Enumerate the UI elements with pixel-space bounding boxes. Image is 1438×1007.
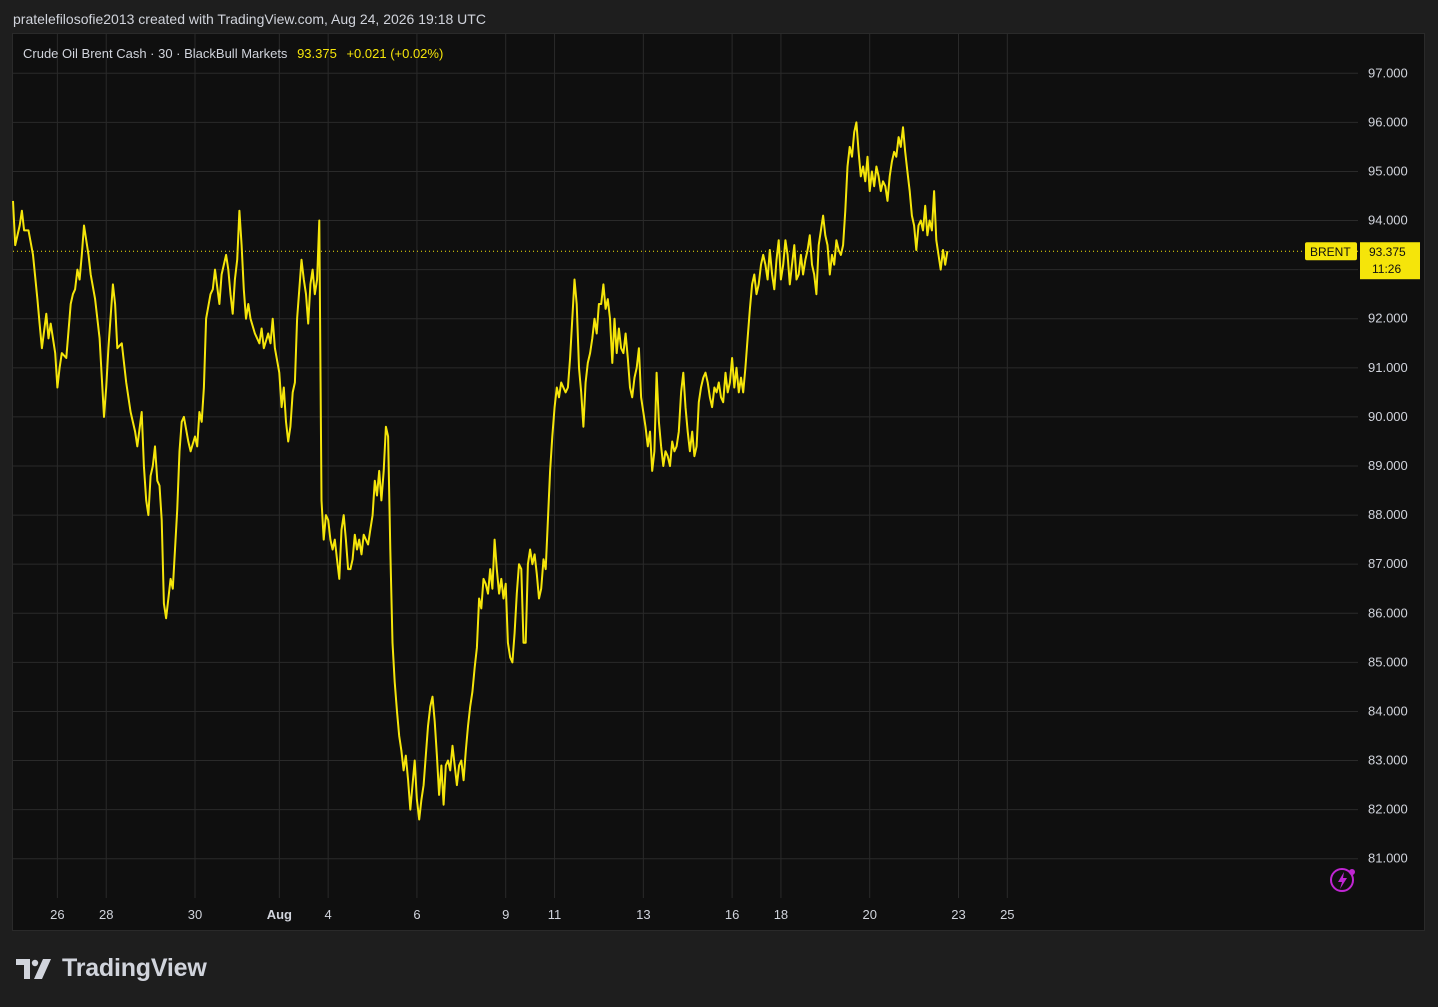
y-tick-label: 87.000 — [1368, 556, 1408, 571]
brand-name: TradingView — [62, 954, 207, 982]
bar-countdown: 11:26 — [1372, 262, 1401, 276]
y-tick-label: 88.000 — [1368, 507, 1408, 522]
x-tick-label: 25 — [1000, 907, 1014, 922]
x-tick-label: 6 — [413, 907, 420, 922]
last-price-value: 93.375 — [1369, 245, 1406, 259]
x-tick-label: 30 — [188, 907, 202, 922]
x-tick-label: 13 — [636, 907, 650, 922]
y-tick-label: 95.000 — [1368, 163, 1408, 178]
x-tick-label: 23 — [951, 907, 965, 922]
x-tick-label: 18 — [774, 907, 788, 922]
y-tick-label: 81.000 — [1368, 851, 1408, 866]
x-tick-label: 9 — [502, 907, 509, 922]
y-tick-label: 92.000 — [1368, 311, 1408, 326]
symbol-label-text: BRENT — [1310, 245, 1351, 259]
x-tick-label: 4 — [325, 907, 332, 922]
y-axis-labels: 97.00096.00095.00094.00093.00092.00091.0… — [1368, 65, 1408, 865]
y-tick-label: 89.000 — [1368, 458, 1408, 473]
lightning-bolt-icon[interactable] — [1330, 868, 1355, 892]
tradingview-brand[interactable]: TradingView — [16, 954, 207, 983]
legend-price: 93.375 — [297, 46, 337, 61]
y-tick-label: 96.000 — [1368, 114, 1408, 129]
chart-legend: Crude Oil Brent Cash · 30 · BlackBull Ma… — [23, 46, 443, 61]
chart-grid — [13, 34, 1358, 898]
last-price-tag: BRENT 93.375 11:26 — [1305, 242, 1420, 280]
x-tick-label: Aug — [267, 907, 292, 922]
y-tick-label: 85.000 — [1368, 654, 1408, 669]
price-chart[interactable]: 97.00096.00095.00094.00093.00092.00091.0… — [0, 0, 1438, 1007]
x-tick-label: 28 — [99, 907, 113, 922]
legend-symbol: Crude Oil Brent Cash · 30 · BlackBull Ma… — [23, 46, 288, 61]
price-series-line — [12, 121, 949, 821]
y-tick-label: 82.000 — [1368, 802, 1408, 817]
legend-change: +0.021 (+0.02%) — [346, 46, 444, 61]
y-tick-label: 97.000 — [1368, 65, 1408, 80]
x-axis-labels: 26 28 30 Aug 4 6 9 11 13 16 18 20 23 25 — [50, 907, 1014, 922]
x-tick-label: 26 — [50, 907, 64, 922]
tradingview-logo-icon — [16, 958, 51, 979]
y-tick-label: 84.000 — [1368, 703, 1408, 718]
y-tick-label: 94.000 — [1368, 213, 1408, 228]
y-tick-label: 86.000 — [1368, 605, 1408, 620]
x-tick-label: 11 — [548, 907, 562, 922]
x-tick-label: 16 — [725, 907, 739, 922]
y-tick-label: 83.000 — [1368, 753, 1408, 768]
x-tick-label: 20 — [862, 907, 876, 922]
y-tick-label: 90.000 — [1368, 409, 1408, 424]
y-tick-label: 91.000 — [1368, 360, 1408, 375]
